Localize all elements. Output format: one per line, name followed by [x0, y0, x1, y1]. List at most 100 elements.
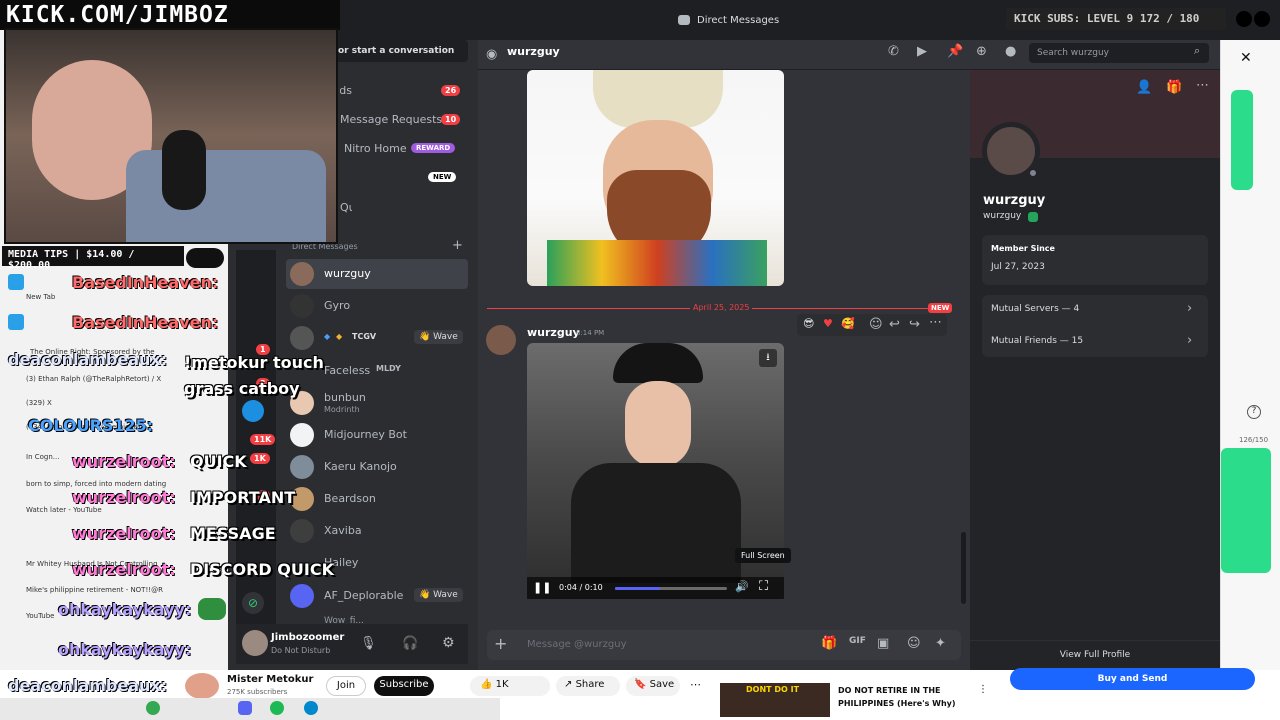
chat-username: BasedInHeaven:	[72, 313, 218, 332]
username-text: ohkaykaykayy:	[58, 640, 192, 659]
view-full-profile-row[interactable]: View Full Profile	[970, 640, 1220, 670]
nav-friends-label: Friends	[340, 84, 352, 97]
cat-emoji-icon: ◆	[336, 332, 343, 341]
wave-label: Wave	[433, 332, 458, 342]
gift-icon[interactable]: 🎁	[821, 636, 837, 651]
green-panel	[1231, 90, 1253, 190]
heart-reaction-icon[interactable]: ♥	[823, 317, 833, 330]
microphone-shape	[162, 130, 206, 210]
user-badge-icon	[8, 314, 24, 330]
member-since-label: Member Since	[991, 244, 1055, 253]
reply-icon[interactable]: ↩	[889, 317, 900, 332]
nav-friends[interactable]: Friends	[340, 84, 352, 100]
status-indicator	[1027, 167, 1039, 179]
wave-button[interactable]: 👋 Wave	[414, 330, 463, 344]
like-count: 1K	[495, 679, 509, 690]
dm-tag: MLDY	[376, 364, 401, 373]
video-controls: ❚❚ 0:04 / 0:10 🔊 ⛶	[527, 577, 784, 599]
join-label: Join	[336, 680, 356, 691]
recommended-title-1[interactable]: DO NOT RETIRE IN THE	[838, 686, 941, 695]
username-text: BasedInHeaven:	[72, 273, 219, 292]
nav-message-requests[interactable]: Message Requests	[340, 113, 442, 126]
find-conversation-placeholder: or start a conversation	[338, 46, 455, 56]
reaction-icon[interactable]: 🥰	[841, 317, 855, 330]
buy-and-send-button[interactable]: Buy and Send	[1010, 668, 1255, 690]
user-profile-icon[interactable]: ●	[1005, 44, 1016, 59]
nav-quests[interactable]: Quests	[340, 201, 352, 214]
more-options-icon[interactable]: ⋯	[1196, 78, 1209, 93]
chat-scrollbar[interactable]	[961, 532, 966, 604]
message-author[interactable]: wurzguy	[527, 326, 580, 339]
chat-header-name: wurzguy	[507, 45, 560, 58]
close-icon[interactable]: ✕	[1240, 50, 1252, 66]
mutual-servers-row[interactable]: Mutual Servers — 4 ›	[982, 295, 1208, 325]
new-badge: NEW	[428, 172, 457, 182]
chat-message: DISCORD QUICK	[190, 560, 334, 579]
more-options-icon[interactable]: ⋯	[690, 678, 701, 691]
streamer-body	[126, 150, 326, 242]
username-text: wurzelroot:	[72, 560, 176, 579]
search-icon[interactable]: ⌕	[1194, 44, 1200, 58]
more-options-icon[interactable]: ⋮	[978, 684, 988, 695]
recommended-title-2[interactable]: PHILIPPINES (Here's Why)	[838, 699, 956, 708]
buy-and-send-label: Buy and Send	[1097, 674, 1168, 684]
share-button[interactable]: ↗ Share	[556, 676, 620, 696]
add-reaction-icon[interactable]: ☺	[869, 317, 883, 332]
search-input[interactable]: Search wurzguy	[1029, 43, 1209, 63]
microphone-icon[interactable]: 🎙	[360, 636, 377, 651]
settings-gear-icon[interactable]: ⚙	[442, 635, 455, 651]
dm-name: Midjourney Bot	[324, 428, 407, 441]
chrome-icon[interactable]	[146, 701, 160, 715]
gift-icon[interactable]: 🎁	[1166, 80, 1182, 95]
dm-tag: TCGV	[352, 332, 377, 341]
forward-icon[interactable]: ↪	[909, 317, 920, 332]
new-dm-icon[interactable]: +	[452, 238, 463, 253]
help-icon[interactable]: ?	[1247, 405, 1261, 419]
chat-username: wurzelroot:	[72, 524, 176, 543]
chat-message: QUICK	[190, 452, 247, 471]
attached-image[interactable]	[527, 70, 784, 286]
spotify-icon[interactable]	[270, 701, 284, 715]
more-options-icon[interactable]: ⋯	[929, 315, 942, 330]
volume-icon[interactable]: 🔊	[735, 580, 749, 593]
pin-icon[interactable]: 📌	[947, 44, 963, 59]
message-avatar[interactable]	[486, 325, 516, 355]
headphones-icon[interactable]: 🎧	[402, 636, 418, 651]
char-counter: 126/150	[1239, 436, 1269, 444]
message-composer[interactable]: + Message @wurzguy 🎁 GIF ▣ ☺ ✦	[487, 630, 961, 660]
chat-username: COLOURS125:	[28, 416, 153, 435]
nav-nitro-home[interactable]: Nitro Home	[344, 142, 407, 155]
voice-call-icon[interactable]: ✆	[888, 44, 899, 59]
new-messages-badge: NEW	[928, 303, 953, 313]
add-friend-icon[interactable]: 👤	[1136, 80, 1152, 95]
discord-taskbar-icon[interactable]	[238, 701, 252, 715]
like-button[interactable]: 👍 1K	[470, 676, 550, 696]
recommended-thumbnail[interactable]: DONT DO IT	[720, 683, 830, 717]
window-title: Direct Messages	[697, 15, 780, 26]
video-progress-track[interactable]	[615, 587, 727, 590]
mutual-friends-row[interactable]: Mutual Friends — 15 ›	[982, 327, 1208, 357]
video-call-icon[interactable]: ▶	[917, 44, 927, 59]
message-time: 8:14 PM	[576, 329, 605, 337]
media-tips-bar: MEDIA TIPS | $14.00 / $200.00	[2, 246, 184, 271]
emoji-icon[interactable]: ☺	[907, 636, 921, 651]
face-shape	[625, 381, 691, 467]
view-full-profile-link: View Full Profile	[1059, 650, 1131, 660]
sticker-icon[interactable]: ▣	[877, 636, 889, 651]
gif-icon[interactable]: GIF	[849, 636, 866, 646]
reaction-icon[interactable]: 😎	[803, 317, 814, 330]
pause-icon[interactable]: ❚❚	[533, 581, 551, 594]
chat-username: ohkaykaykayy:	[58, 640, 191, 659]
telegram-icon[interactable]	[304, 701, 318, 715]
user-badge-icon	[8, 274, 24, 290]
apps-icon[interactable]: ✦	[935, 636, 946, 651]
wave-button[interactable]: 👋 Wave	[414, 588, 463, 602]
username-text: wurzelroot:	[72, 524, 176, 543]
add-friends-icon[interactable]: ⊕	[976, 44, 987, 59]
save-button[interactable]: 🔖 Save	[626, 676, 680, 696]
chevron-right-icon: ›	[1187, 333, 1193, 348]
attach-plus-icon[interactable]: +	[494, 634, 507, 653]
download-icon[interactable]: ⭳	[759, 349, 777, 367]
subscribe-button[interactable]: Subscribe	[374, 676, 434, 696]
fullscreen-icon[interactable]: ⛶	[759, 579, 768, 594]
